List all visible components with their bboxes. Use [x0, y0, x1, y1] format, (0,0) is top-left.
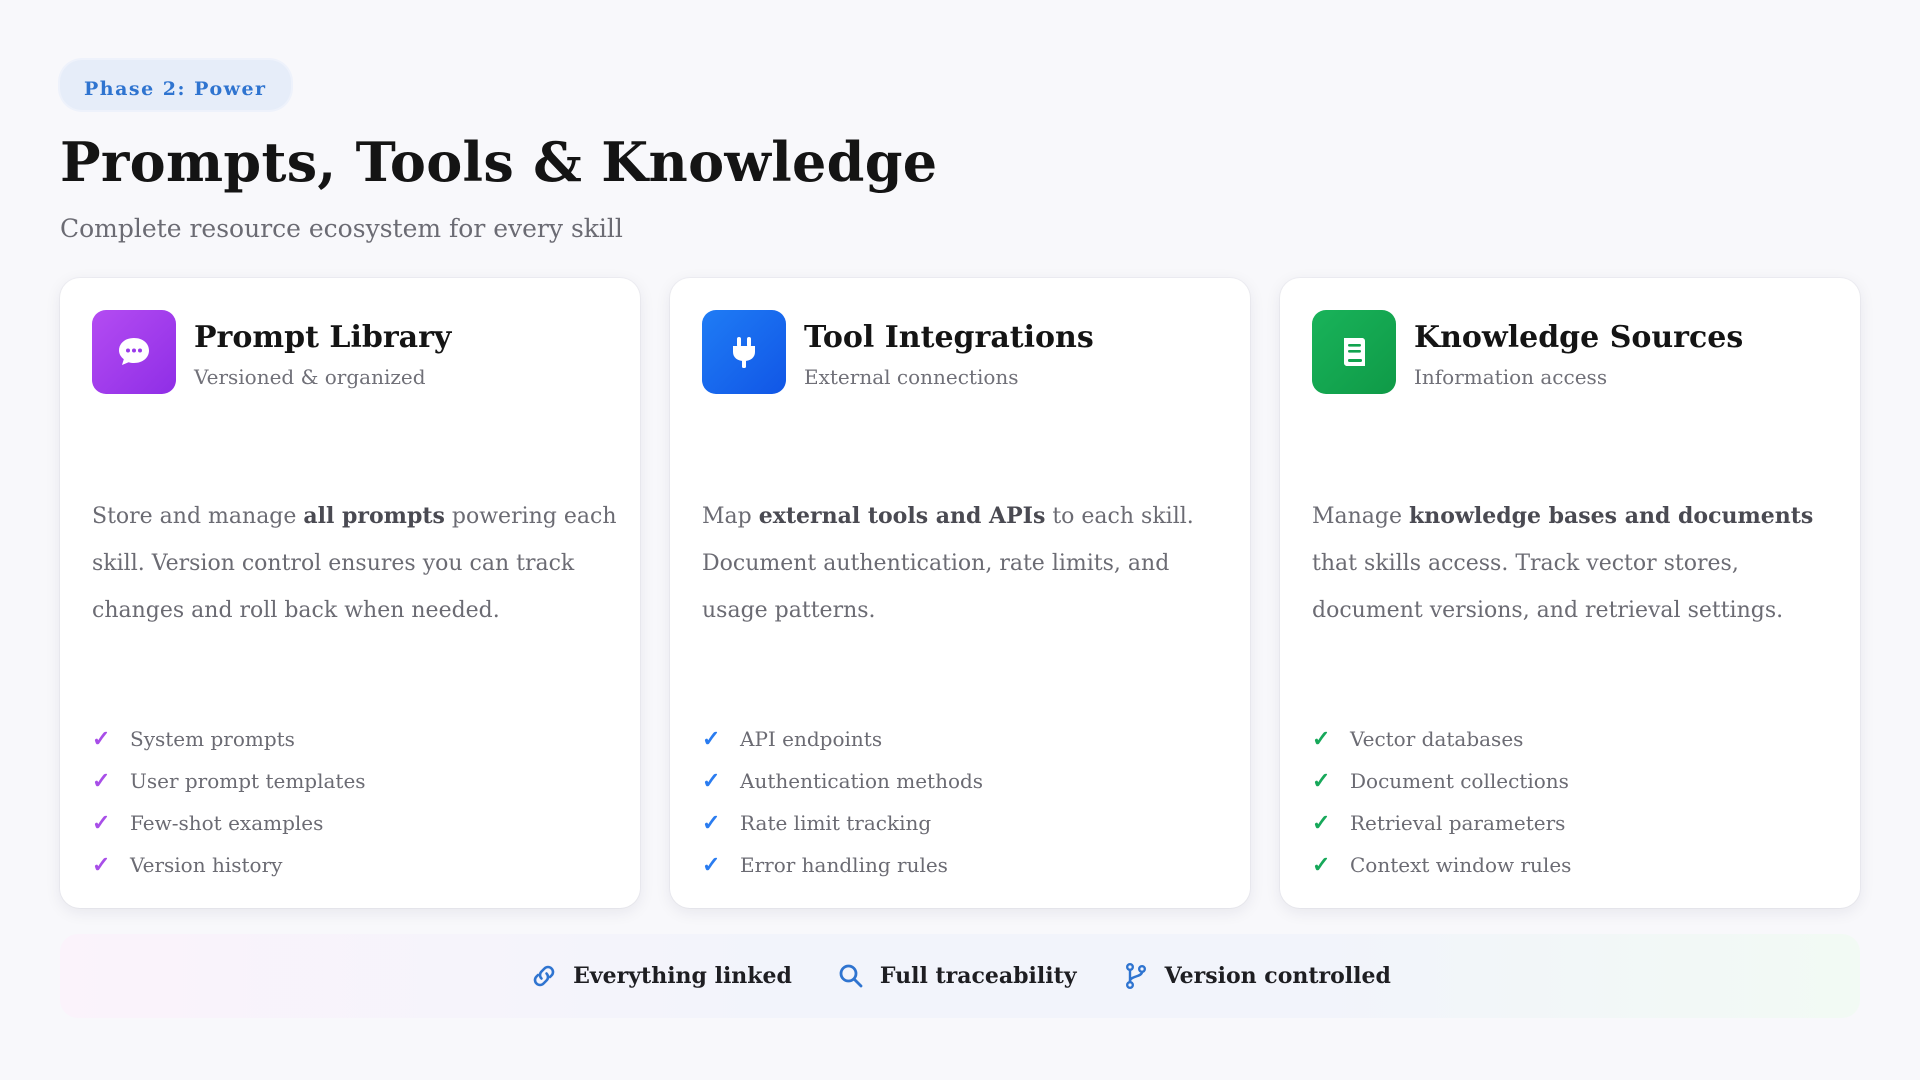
feature-label: Rate limit tracking — [740, 811, 932, 835]
check-icon: ✓ — [702, 852, 721, 878]
footer-label: Version controlled — [1164, 963, 1391, 989]
card-title: Prompt Library — [194, 320, 452, 355]
feature-label: System prompts — [130, 727, 295, 751]
check-icon: ✓ — [702, 768, 721, 794]
slide: Phase 2: Power Prompts, Tools & Knowledg… — [0, 0, 1920, 1080]
card-header: Tool Integrations External connections — [702, 310, 1218, 394]
check-icon: ✓ — [92, 726, 111, 752]
feature-label: Error handling rules — [740, 853, 948, 877]
check-icon: ✓ — [1312, 726, 1331, 752]
list-item: ✓ Document collections — [1312, 760, 1828, 802]
list-item: ✓ Retrieval parameters — [1312, 802, 1828, 844]
feature-label: Retrieval parameters — [1350, 811, 1566, 835]
feature-label: Document collections — [1350, 769, 1569, 793]
resource-cards: Prompt Library Versioned & organized Sto… — [60, 278, 1860, 908]
feature-list: ✓ System prompts ✓ User prompt templates ✓… — [92, 718, 608, 886]
check-icon: ✓ — [92, 810, 111, 836]
feature-list: ✓ Vector databases ✓ Document collections … — [1312, 718, 1828, 886]
search-icon — [836, 961, 866, 991]
feature-label: Vector databases — [1350, 727, 1524, 751]
card-header: Knowledge Sources Information access — [1312, 310, 1828, 394]
card-titles: Knowledge Sources Information access — [1414, 310, 1743, 389]
desc-text: Store and manage — [92, 504, 304, 529]
desc-emphasis: knowledge bases and documents — [1409, 503, 1814, 529]
book-icon — [1312, 310, 1396, 394]
card-subtitle: Versioned & organized — [194, 365, 426, 389]
check-icon: ✓ — [92, 768, 111, 794]
feature-label: API endpoints — [740, 727, 883, 751]
feature-label: Few-shot examples — [130, 811, 324, 835]
card-tool-integrations: Tool Integrations External connections M… — [670, 278, 1250, 908]
desc-emphasis: all prompts — [303, 503, 445, 529]
footer-item-version: Version controlled — [1121, 961, 1391, 991]
desc-text: that skills access. Track vector stores,… — [1312, 551, 1784, 623]
footer-item-linked: Everything linked — [529, 961, 792, 991]
footer-bar: Everything linked Full traceability Vers… — [60, 934, 1860, 1018]
desc-emphasis: external tools and APIs — [758, 503, 1046, 529]
card-knowledge-sources: Knowledge Sources Information access Man… — [1280, 278, 1860, 908]
check-icon: ✓ — [92, 852, 111, 878]
list-item: ✓ User prompt templates — [92, 760, 608, 802]
card-description: Manage knowledge bases and documents tha… — [1312, 493, 1842, 634]
page-subtitle: Complete resource ecosystem for every sk… — [60, 214, 623, 243]
feature-list: ✓ API endpoints ✓ Authentication methods ✓… — [702, 718, 1218, 886]
desc-text: Manage — [1312, 504, 1410, 529]
footer-item-traceability: Full traceability — [836, 961, 1077, 991]
footer-label: Full traceability — [879, 963, 1077, 989]
list-item: ✓ API endpoints — [702, 718, 1218, 760]
branch-icon — [1121, 961, 1151, 991]
list-item: ✓ System prompts — [92, 718, 608, 760]
feature-label: Context window rules — [1350, 853, 1572, 877]
card-description: Map external tools and APIs to each skil… — [702, 493, 1232, 634]
desc-text: Map — [702, 504, 759, 529]
feature-label: Authentication methods — [740, 769, 984, 793]
feature-label: Version history — [130, 853, 283, 877]
check-icon: ✓ — [1312, 852, 1331, 878]
check-icon: ✓ — [1312, 810, 1331, 836]
page-title: Prompts, Tools & Knowledge — [60, 130, 938, 194]
check-icon: ✓ — [702, 810, 721, 836]
card-description: Store and manage all prompts powering ea… — [92, 493, 622, 634]
list-item: ✓ Vector databases — [1312, 718, 1828, 760]
check-icon: ✓ — [1312, 768, 1331, 794]
card-title: Knowledge Sources — [1414, 320, 1744, 355]
feature-label: User prompt templates — [130, 769, 366, 793]
card-titles: Tool Integrations External connections — [804, 310, 1094, 389]
chat-bubble-icon — [92, 310, 176, 394]
card-subtitle: External connections — [804, 365, 1019, 389]
list-item: ✓ Version history — [92, 844, 608, 886]
link-icon — [529, 961, 559, 991]
card-header: Prompt Library Versioned & organized — [92, 310, 608, 394]
footer-label: Everything linked — [573, 963, 792, 989]
card-prompt-library: Prompt Library Versioned & organized Sto… — [60, 278, 640, 908]
list-item: ✓ Rate limit tracking — [702, 802, 1218, 844]
phase-badge: Phase 2: Power — [60, 60, 291, 110]
card-subtitle: Information access — [1414, 365, 1608, 389]
card-title: Tool Integrations — [804, 320, 1094, 355]
check-icon: ✓ — [702, 726, 721, 752]
list-item: ✓ Error handling rules — [702, 844, 1218, 886]
list-item: ✓ Authentication methods — [702, 760, 1218, 802]
plug-icon — [702, 310, 786, 394]
list-item: ✓ Context window rules — [1312, 844, 1828, 886]
card-titles: Prompt Library Versioned & organized — [194, 310, 451, 389]
list-item: ✓ Few-shot examples — [92, 802, 608, 844]
